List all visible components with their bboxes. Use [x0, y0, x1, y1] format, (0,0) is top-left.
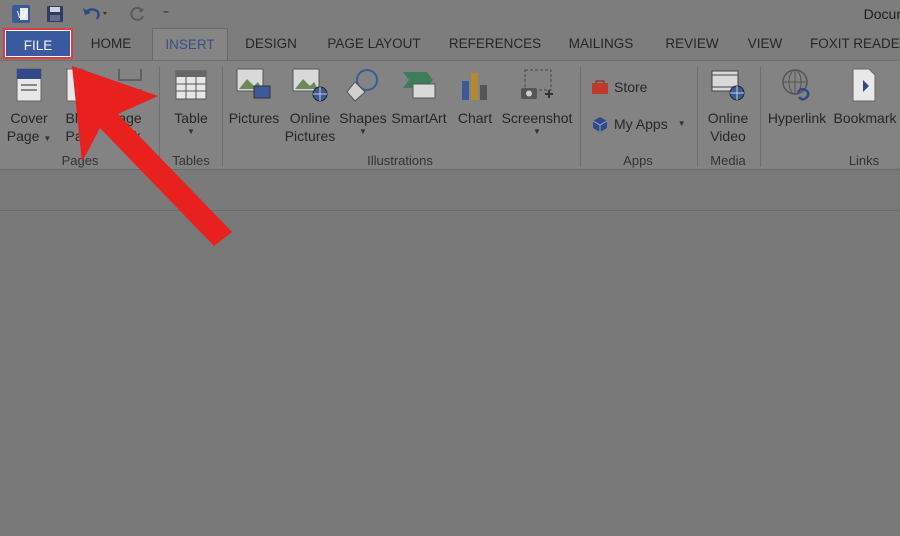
- hyperlink-button[interactable]: Hyperlink: [764, 67, 830, 127]
- page-break-label-2: Brk: [119, 128, 141, 144]
- customize-qat-button[interactable]: ⁼: [158, 4, 174, 24]
- online-pictures-icon: [292, 67, 328, 103]
- word-badge-text: W: [17, 10, 27, 21]
- tab-insert[interactable]: INSERT: [152, 28, 228, 60]
- hyperlink-label: Hyperlink: [767, 110, 827, 126]
- store-label: Store: [614, 79, 648, 95]
- save-icon[interactable]: [44, 4, 66, 24]
- group-label-links: Links: [848, 153, 880, 168]
- pictures-icon: [236, 67, 272, 103]
- shapes-label: Shapes: [339, 110, 387, 126]
- shapes-icon: [345, 67, 381, 103]
- table-label: Table: [174, 110, 208, 126]
- ribbon-separator: [697, 67, 698, 167]
- my-apps-label: My Apps: [614, 116, 668, 132]
- screenshot-icon: [519, 67, 555, 103]
- chart-button[interactable]: Chart: [454, 67, 496, 127]
- shapes-dropdown-icon: ▼: [359, 127, 367, 136]
- tab-view[interactable]: VIEW: [742, 28, 788, 60]
- group-label-tables: Tables: [172, 153, 210, 168]
- document-title: Docum: [863, 6, 900, 22]
- group-label-illustrations: Illustrations: [367, 153, 433, 168]
- cover-page-button[interactable]: Cover Page ▼: [6, 67, 52, 145]
- online-video-label-2: Video: [710, 128, 746, 144]
- cover-page-dropdown-icon: ▼: [43, 134, 52, 143]
- hyperlink-icon: [779, 67, 815, 103]
- screenshot-button[interactable]: Screenshot ▼: [500, 67, 574, 137]
- shapes-button[interactable]: Shapes ▼: [339, 67, 387, 137]
- online-video-label: Online: [707, 110, 749, 126]
- quick-access-toolbar: W ⁼ Docum: [0, 0, 900, 28]
- tab-review[interactable]: REVIEW: [660, 28, 724, 60]
- ribbon-separator: [222, 67, 223, 167]
- cover-page-icon: [11, 67, 47, 103]
- ribbon-separator: [159, 67, 160, 167]
- ribbon-separator: [760, 67, 761, 167]
- page-break-icon: [112, 67, 148, 103]
- blank-page-icon: [60, 67, 96, 103]
- smartart-icon: [401, 67, 437, 103]
- my-apps-button[interactable]: My Apps ▼: [590, 114, 686, 134]
- tab-page-layout[interactable]: PAGE LAYOUT: [318, 28, 430, 60]
- cover-page-label: Cover: [10, 110, 48, 126]
- bookmark-label: Bookmark: [833, 110, 897, 126]
- screenshot-label: Screenshot: [501, 110, 573, 126]
- page-break-button[interactable]: age Brk: [108, 67, 152, 145]
- chart-label: Chart: [457, 110, 493, 126]
- my-apps-dropdown-icon: ▼: [677, 119, 686, 128]
- document-canvas[interactable]: [0, 212, 900, 536]
- group-label-apps: Apps: [623, 153, 653, 168]
- tab-home[interactable]: HOME: [84, 28, 138, 60]
- tab-foxit-reader[interactable]: FOXIT READE: [810, 28, 900, 60]
- store-button[interactable]: Store: [590, 77, 647, 97]
- bookmark-icon: [847, 67, 883, 103]
- ribbon-separator: [580, 67, 581, 167]
- tab-mailings[interactable]: MAILINGS: [558, 28, 644, 60]
- group-label-pages: Pages: [61, 153, 99, 168]
- insert-ribbon: Cover Page ▼ Blar Pag age Brk Pages Tabl…: [0, 60, 900, 170]
- redo-icon[interactable]: [126, 4, 148, 24]
- bookmark-button[interactable]: Bookmark: [832, 67, 898, 127]
- table-icon: [173, 67, 209, 103]
- page-break-label: age: [118, 110, 142, 126]
- undo-icon[interactable]: [80, 4, 110, 24]
- screenshot-dropdown-icon: ▼: [533, 127, 541, 136]
- pictures-button[interactable]: Pictures: [226, 67, 282, 127]
- group-label-media: Media: [710, 153, 746, 168]
- my-apps-icon: [590, 114, 610, 134]
- tab-file[interactable]: FILE: [3, 28, 73, 59]
- online-pictures-button[interactable]: Online Pictures: [284, 67, 336, 145]
- tab-references[interactable]: REFERENCES: [444, 28, 546, 60]
- table-button[interactable]: Table ▼: [166, 67, 216, 137]
- table-dropdown-icon: ▼: [187, 127, 195, 136]
- online-video-icon: [710, 67, 746, 103]
- blank-page-label-2: Pag: [65, 128, 91, 144]
- online-pictures-label-2: Pictures: [284, 128, 336, 144]
- online-video-button[interactable]: Online Video: [702, 67, 754, 145]
- smartart-button[interactable]: SmartArt: [390, 67, 448, 127]
- word-app-icon[interactable]: W: [10, 4, 32, 24]
- store-icon: [590, 77, 610, 97]
- smartart-label: SmartArt: [391, 110, 447, 126]
- blank-page-label: Blar: [65, 110, 91, 126]
- cover-page-label-2: Page: [6, 128, 40, 144]
- blank-page-button[interactable]: Blar Pag: [58, 67, 98, 145]
- ribbon-tabs: FILE HOME INSERT DESIGN PAGE LAYOUT REFE…: [0, 28, 900, 60]
- online-pictures-label: Online: [289, 110, 331, 126]
- pictures-label: Pictures: [228, 110, 280, 126]
- ruler-area: [0, 171, 900, 211]
- chart-icon: [457, 67, 493, 103]
- tab-design[interactable]: DESIGN: [238, 28, 304, 60]
